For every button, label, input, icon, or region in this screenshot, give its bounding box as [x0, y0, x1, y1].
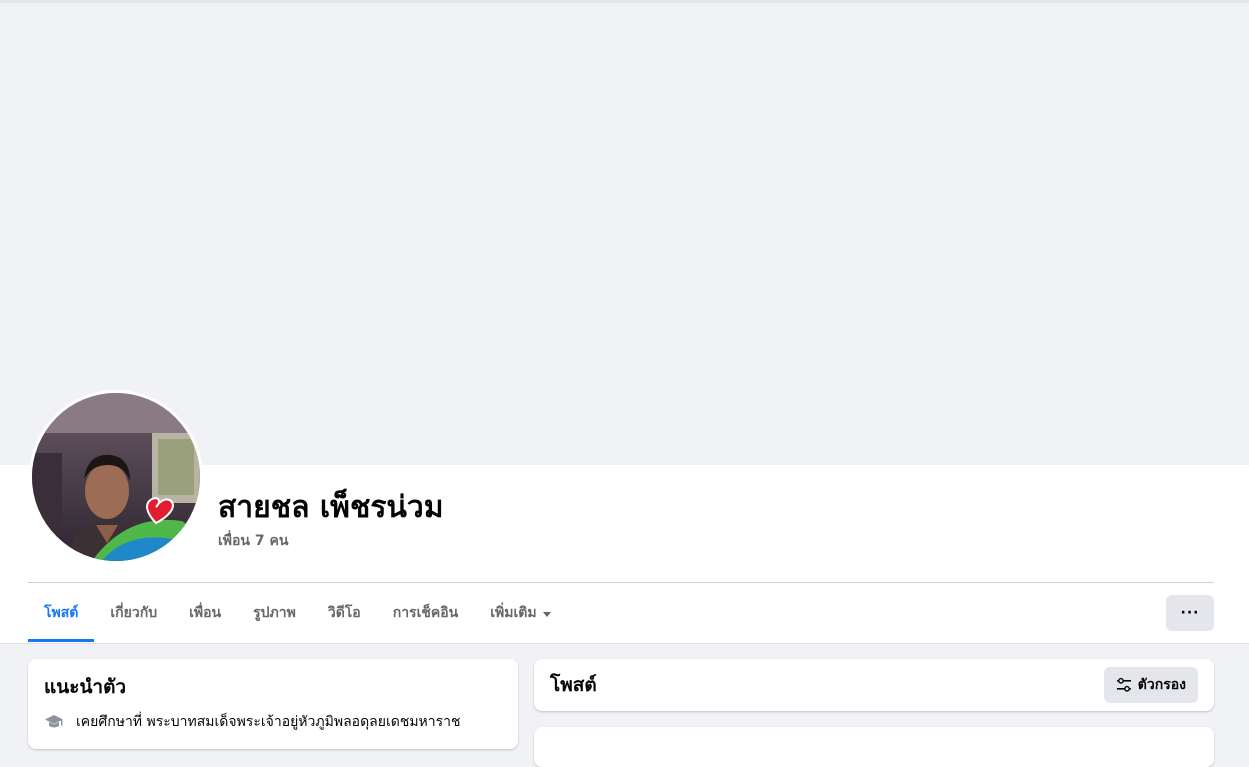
- tab-label: เพื่อน: [189, 605, 222, 621]
- more-options-button[interactable]: ···: [1166, 595, 1214, 631]
- post-card: [534, 727, 1214, 767]
- tab-label: เพิ่มเติม: [490, 605, 537, 621]
- tab-photos[interactable]: รูปภาพ: [237, 584, 312, 642]
- more-dots-icon: ···: [1180, 605, 1200, 621]
- intro-card: แนะนำตัว เคยศึกษาที่ พระบาทสมเด็จพระเจ้า…: [28, 659, 518, 749]
- tab-posts[interactable]: โพสต์: [28, 584, 95, 642]
- profile-name: สายชล เพ็ชรน่วม: [218, 490, 444, 525]
- profile-tabs: โพสต์ เกี่ยวกับ เพื่อน รูปภาพ วิดีโอ การ…: [28, 584, 567, 642]
- posts-title: โพสต์: [550, 674, 597, 696]
- tab-videos[interactable]: วิดีโอ: [312, 584, 377, 642]
- profile-avatar[interactable]: [29, 390, 203, 564]
- caret-down-icon: [542, 611, 551, 617]
- tab-label: เกี่ยวกับ: [110, 605, 158, 621]
- intro-title: แนะนำตัว: [44, 676, 127, 698]
- intro-education-text: เคยศึกษาที่ พระบาทสมเด็จพระเจ้าอยู่หัวภู…: [76, 714, 461, 730]
- posts-header-card: โพสต์ ตัวกรอง: [534, 659, 1214, 711]
- filter-button[interactable]: ตัวกรอง: [1103, 667, 1198, 703]
- tab-about[interactable]: เกี่ยวกับ: [94, 584, 173, 642]
- intro-education-row: เคยศึกษาที่ พระบาทสมเด็จพระเจ้าอยู่หัวภู…: [44, 712, 461, 732]
- tab-checkins[interactable]: การเช็คอิน: [377, 584, 475, 642]
- tab-label: วิดีโอ: [327, 605, 361, 621]
- friends-count-link[interactable]: เพื่อน 7 คน: [218, 530, 288, 552]
- tab-label: รูปภาพ: [253, 605, 296, 621]
- filter-label: ตัวกรอง: [1137, 677, 1186, 693]
- tab-friends[interactable]: เพื่อน: [173, 584, 237, 642]
- tab-label: การเช็คอิน: [392, 605, 459, 621]
- filter-sliders-icon: [1116, 677, 1131, 692]
- avatar-photo: [32, 393, 200, 561]
- graduation-cap-icon: [45, 715, 63, 728]
- tab-more[interactable]: เพิ่มเติม: [474, 584, 566, 642]
- header-divider: [28, 582, 1214, 583]
- tab-label: โพสต์: [44, 605, 79, 621]
